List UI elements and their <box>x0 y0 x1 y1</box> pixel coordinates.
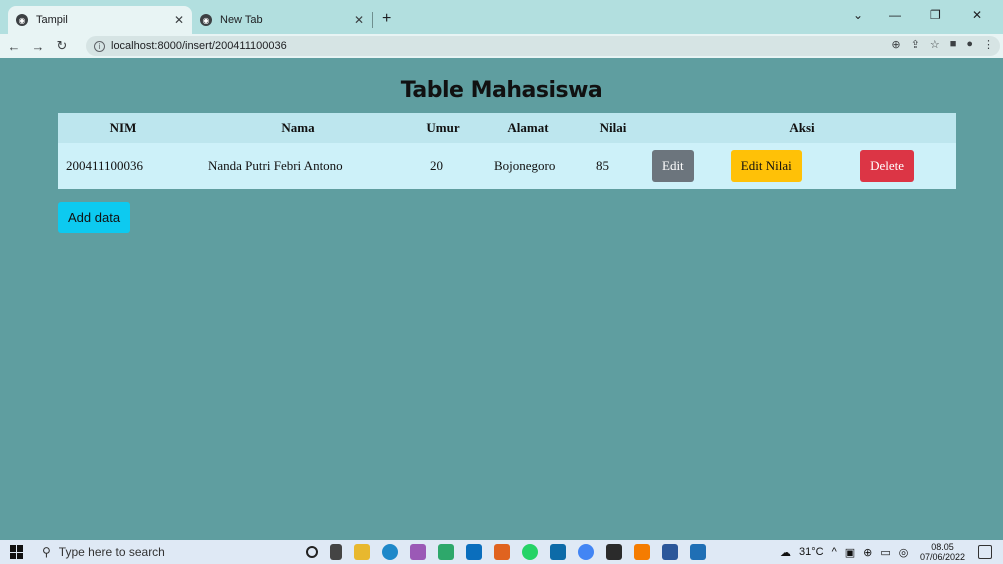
close-tab-icon[interactable]: ✕ <box>174 13 184 27</box>
bookmark-star-icon[interactable]: ☆ <box>930 38 940 51</box>
column-header-nim: NIM <box>109 120 137 135</box>
chrome-icon: ◉ <box>200 14 212 26</box>
close-tab-icon[interactable]: ✕ <box>354 13 364 27</box>
cell-nama: Nanda Putri Febri Antono <box>208 158 343 173</box>
restore-button[interactable]: ❐ <box>930 8 941 22</box>
cortana-icon[interactable] <box>306 546 318 558</box>
column-header-alamat: Alamat <box>507 120 549 135</box>
file-explorer-icon[interactable] <box>354 544 370 560</box>
task-view-icon[interactable] <box>330 544 342 560</box>
add-data-button[interactable]: Add data <box>58 202 131 233</box>
terminal-icon[interactable] <box>606 544 622 560</box>
browser-tab-bar: ◉ Tampil ✕ ◉ New Tab ✕ + ⌄ — ❐ ✕ <box>0 0 1003 34</box>
network-icon[interactable]: ▣ <box>845 546 855 559</box>
cell-edit: Edit <box>648 143 727 189</box>
globe-icon: ◉ <box>16 14 28 26</box>
taskbar-apps <box>306 544 706 560</box>
address-bar[interactable]: i localhost:8000/insert/200411100036 ⊕ ⇪… <box>86 36 1000 56</box>
profile-icon[interactable]: ● <box>966 38 973 51</box>
cell-nim: 200411100036 <box>66 158 144 173</box>
sublime-icon[interactable] <box>494 544 510 560</box>
new-tab-button[interactable]: + <box>382 10 391 28</box>
sidebar-icon[interactable]: ■ <box>950 38 957 51</box>
cell-edit-nilai: Edit Nilai <box>727 143 856 189</box>
tab-separator <box>372 12 373 28</box>
xampp-icon[interactable] <box>634 544 650 560</box>
mahasiswa-table: NIM Nama Umur Alamat Nilai Aksi 20041110… <box>58 113 956 189</box>
minimize-button[interactable]: — <box>889 8 901 22</box>
browser-toolbar: ← → ↻ i localhost:8000/insert/2004111000… <box>0 34 1003 58</box>
tab-search-icon[interactable]: ⌄ <box>853 8 863 22</box>
edit-button[interactable]: Edit <box>652 150 694 182</box>
search-icon: ⚲ <box>42 545 51 559</box>
reload-icon[interactable]: ↻ <box>52 38 72 54</box>
clock[interactable]: 08.05 07/06/2022 <box>920 542 965 562</box>
column-header-umur: Umur <box>426 120 460 135</box>
delete-button[interactable]: Delete <box>860 150 914 182</box>
photos-icon[interactable] <box>690 544 706 560</box>
chevron-up-icon[interactable]: ^ <box>832 546 837 558</box>
column-header-nilai: Nilai <box>599 120 627 135</box>
whatsapp-icon[interactable] <box>522 544 538 560</box>
search-placeholder[interactable]: Type here to search <box>59 545 165 559</box>
store-icon[interactable] <box>466 544 482 560</box>
chrome-icon[interactable] <box>578 544 594 560</box>
menu-icon[interactable]: ⋮ <box>983 38 994 51</box>
tab-title: New Tab <box>220 14 263 26</box>
cell-nilai: 85 <box>596 158 609 173</box>
page-content: Table Mahasiswa NIM Nama Umur Alamat Nil… <box>0 58 1003 540</box>
zoom-icon[interactable]: ⊕ <box>891 38 900 51</box>
info-icon[interactable]: i <box>94 40 105 52</box>
cell-delete: Delete <box>856 143 956 189</box>
battery-icon[interactable]: ▭ <box>880 546 890 559</box>
edit-nilai-button[interactable]: Edit Nilai <box>730 150 802 182</box>
table-row: 200411100036 Nanda Putri Febri Antono 20… <box>58 143 956 189</box>
tab-tampil[interactable]: ◉ Tampil ✕ <box>8 6 192 34</box>
column-header-nama: Nama <box>281 120 315 135</box>
windows-taskbar: ⚲ Type here to search ☁ 31°C ^ ▣ ⊕ ▭ ◎ 0… <box>0 540 1003 564</box>
weather-icon: ☁ <box>780 546 791 559</box>
forward-icon[interactable]: → <box>28 39 48 54</box>
clock-time: 08.05 <box>931 542 954 552</box>
close-window-button[interactable]: ✕ <box>972 8 982 22</box>
notification-icon[interactable] <box>978 545 992 559</box>
cell-umur: 20 <box>430 158 443 173</box>
clock-date: 07/06/2022 <box>920 552 966 562</box>
taskbar-search[interactable]: ⚲ Type here to search <box>42 540 292 564</box>
language-icon[interactable]: ⊕ <box>863 546 872 559</box>
back-icon[interactable]: ← <box>4 39 24 54</box>
share-icon[interactable]: ⇪ <box>911 38 920 51</box>
tab-new-tab[interactable]: ◉ New Tab ✕ <box>192 6 372 34</box>
app-icon[interactable] <box>438 544 454 560</box>
system-tray: ☁ 31°C ^ ▣ ⊕ ▭ ◎ <box>780 540 908 564</box>
windows-start-icon[interactable] <box>10 545 24 559</box>
app-icon[interactable] <box>410 544 426 560</box>
table-header-row: NIM Nama Umur Alamat Nilai Aksi <box>58 113 956 143</box>
weather-text[interactable]: 31°C <box>799 546 824 558</box>
page-title: Table Mahasiswa <box>400 78 603 103</box>
app-icon[interactable] <box>550 544 566 560</box>
volume-icon[interactable]: ◎ <box>899 546 909 559</box>
url-text[interactable]: localhost:8000/insert/200411100036 <box>111 40 287 52</box>
edge-icon[interactable] <box>382 544 398 560</box>
tab-title: Tampil <box>36 14 68 26</box>
cell-alamat: Bojonegoro <box>494 158 556 173</box>
column-header-aksi: Aksi <box>789 120 815 135</box>
word-icon[interactable] <box>662 544 678 560</box>
